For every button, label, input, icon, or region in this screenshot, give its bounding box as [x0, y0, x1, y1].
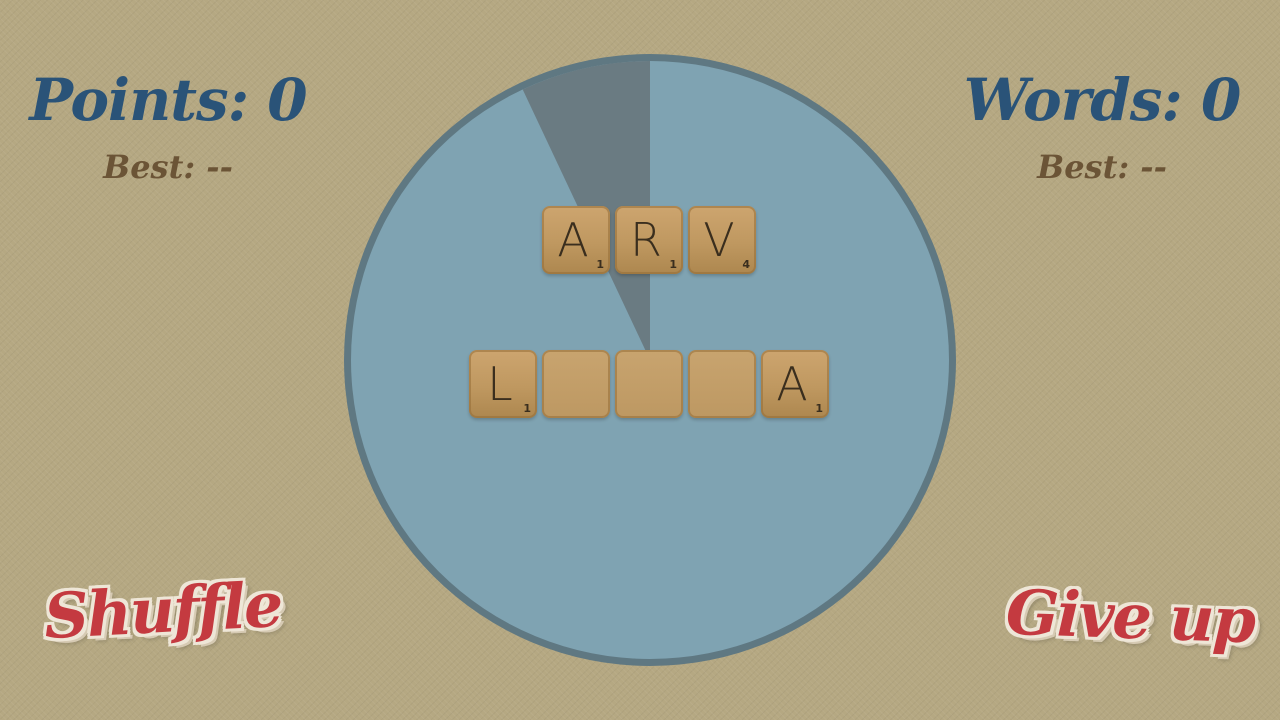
- tile-score: 1: [596, 258, 604, 271]
- give-up-button[interactable]: Give up: [1005, 576, 1255, 658]
- tile-letter: [542, 350, 604, 418]
- points-score: Points: 0: [29, 66, 307, 134]
- tile-letter: [615, 350, 677, 418]
- letter-tile[interactable]: A1: [542, 206, 610, 274]
- tile-letter: A: [557, 213, 589, 267]
- tile-letter: [688, 350, 750, 418]
- tile-score: 1: [669, 258, 677, 271]
- letter-tile[interactable]: R1: [615, 206, 683, 274]
- empty-tile-slot[interactable]: [688, 350, 756, 418]
- letter-tile[interactable]: A1: [761, 350, 829, 418]
- empty-tile-slot[interactable]: [542, 350, 610, 418]
- tile-letter: V: [703, 213, 735, 267]
- empty-tile-slot[interactable]: [615, 350, 683, 418]
- tile-letter: A: [776, 357, 808, 411]
- points-best: Best: --: [103, 148, 233, 186]
- words-panel: Words: 0 Best: --: [952, 62, 1252, 192]
- letter-tile[interactable]: L1: [469, 350, 537, 418]
- shuffle-button[interactable]: Shuffle: [42, 568, 283, 653]
- tile-score: 4: [742, 258, 750, 271]
- tile-score: 1: [815, 402, 823, 415]
- tile-score: 1: [523, 402, 531, 415]
- points-panel: Points: 0 Best: --: [18, 62, 318, 192]
- letter-tile[interactable]: V4: [688, 206, 756, 274]
- tile-letter: R: [630, 213, 662, 267]
- words-score: Words: 0: [963, 66, 1242, 134]
- words-best: Best: --: [1037, 148, 1167, 186]
- tile-letter: L: [487, 357, 513, 411]
